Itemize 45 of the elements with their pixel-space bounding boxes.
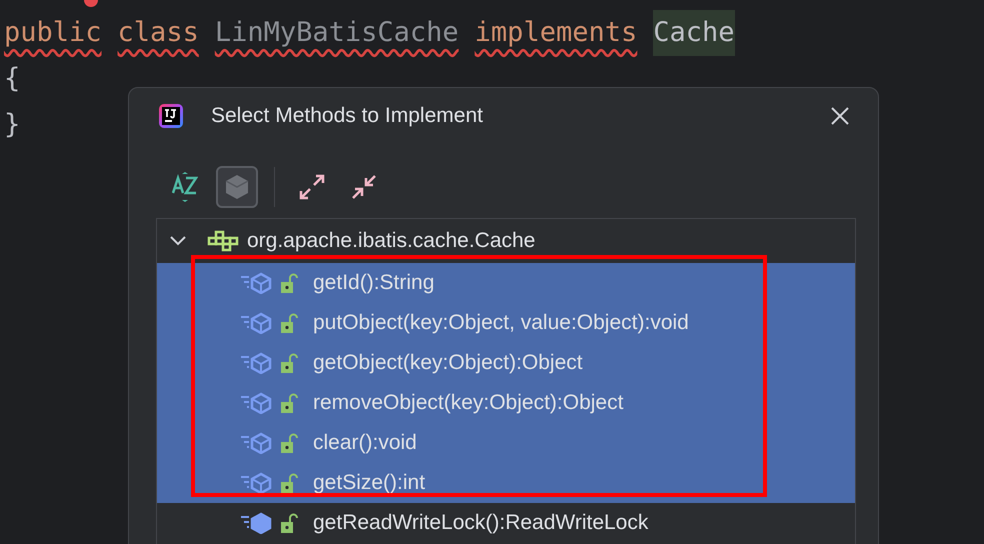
expand-arrows-icon [299, 174, 325, 200]
code-token: Cache [653, 10, 735, 56]
code-token: public [4, 16, 102, 50]
method-icon [241, 312, 273, 334]
code-token: LinMyBatisCache [214, 16, 459, 50]
method-signature: removeObject(key:Object):Object [313, 391, 624, 415]
method-signature: putObject(key:Object, value:Object):void [313, 311, 689, 335]
method-row[interactable]: getId():String [157, 263, 855, 303]
method-icon [241, 472, 273, 494]
method-signature: getReadWriteLock():ReadWriteLock [313, 511, 648, 535]
unlocked-lock-icon [281, 473, 299, 493]
unlocked-lock-icon [281, 393, 299, 413]
collapse-arrows-icon [351, 174, 377, 200]
method-row[interactable]: removeObject(key:Object):Object [157, 383, 855, 423]
cube-icon [224, 174, 250, 200]
method-row[interactable]: getSize():int [157, 463, 855, 503]
method-icon [241, 432, 273, 454]
method-icon [241, 512, 273, 534]
code-token: class [118, 16, 199, 50]
method-row[interactable]: clear():void [157, 423, 855, 463]
unlocked-lock-icon [281, 313, 299, 333]
method-row[interactable]: putObject(key:Object, value:Object):void [157, 303, 855, 343]
app-logo-icon [159, 104, 183, 128]
error-bulb-icon[interactable] [84, 0, 98, 8]
method-row[interactable]: getObject(key:Object):Object [157, 343, 855, 383]
method-icon [241, 392, 273, 414]
dialog-title: Select Methods to Implement [211, 104, 484, 128]
method-icon [241, 272, 273, 294]
unlocked-lock-icon [281, 353, 299, 373]
code-token: } [4, 108, 20, 142]
chevron-icon[interactable] [169, 235, 187, 247]
method-row[interactable]: getReadWriteLock():ReadWriteLock [157, 503, 855, 543]
method-signature: getId():String [313, 271, 434, 295]
method-icon [241, 352, 273, 374]
method-signature: clear():void [313, 431, 417, 455]
unlocked-lock-icon [281, 433, 299, 453]
method-signature: getObject(key:Object):Object [313, 351, 583, 375]
code-token: { [4, 62, 20, 96]
code-token: implements [474, 16, 638, 50]
interface-name[interactable]: org.apache.ibatis.cache.Cache [247, 229, 536, 253]
interface-icon [207, 230, 239, 252]
method-signature: getSize():int [313, 471, 426, 495]
sort-alphabetically-icon [172, 172, 198, 202]
unlocked-lock-icon [281, 513, 299, 533]
unlocked-lock-icon [281, 273, 299, 293]
